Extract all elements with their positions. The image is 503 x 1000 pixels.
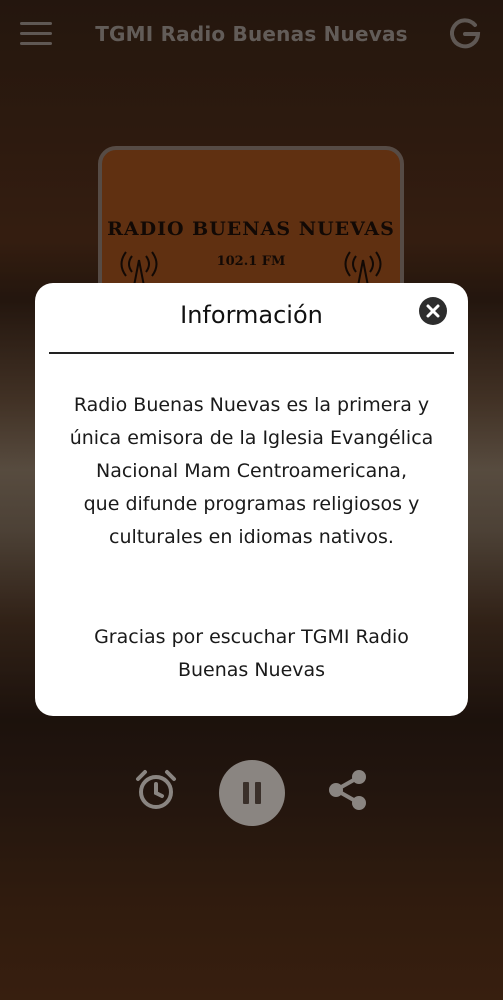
pause-button[interactable] <box>219 760 285 826</box>
alarm-clock-icon[interactable] <box>132 766 180 814</box>
information-dialog: Información Radio Buenas Nuevas es la pr… <box>35 283 468 716</box>
thanks-line: Gracias por escuchar TGMI Radio <box>94 626 409 648</box>
share-icon[interactable] <box>324 766 372 814</box>
description-line: Radio Buenas Nuevas es la primera y <box>73 394 430 416</box>
description-line: culturales en idiomas nativos. <box>109 526 394 548</box>
description-line: que difunde programas religiosos y <box>83 493 420 515</box>
dialog-title: Información <box>180 301 323 329</box>
pause-icon <box>243 782 249 804</box>
description-line: única emisora de la Iglesia Evangélica <box>69 427 434 449</box>
thanks-line: Buenas Nuevas <box>177 659 326 681</box>
player-controls <box>0 758 503 828</box>
description-line: Nacional Mam Centroamericana, <box>95 460 407 482</box>
close-icon[interactable] <box>419 297 447 325</box>
dialog-description: Radio Buenas Nuevas es la primera y únic… <box>53 389 450 554</box>
dialog-thanks: Gracias por escuchar TGMI Radio Buenas N… <box>53 621 450 687</box>
dialog-divider <box>49 352 454 354</box>
